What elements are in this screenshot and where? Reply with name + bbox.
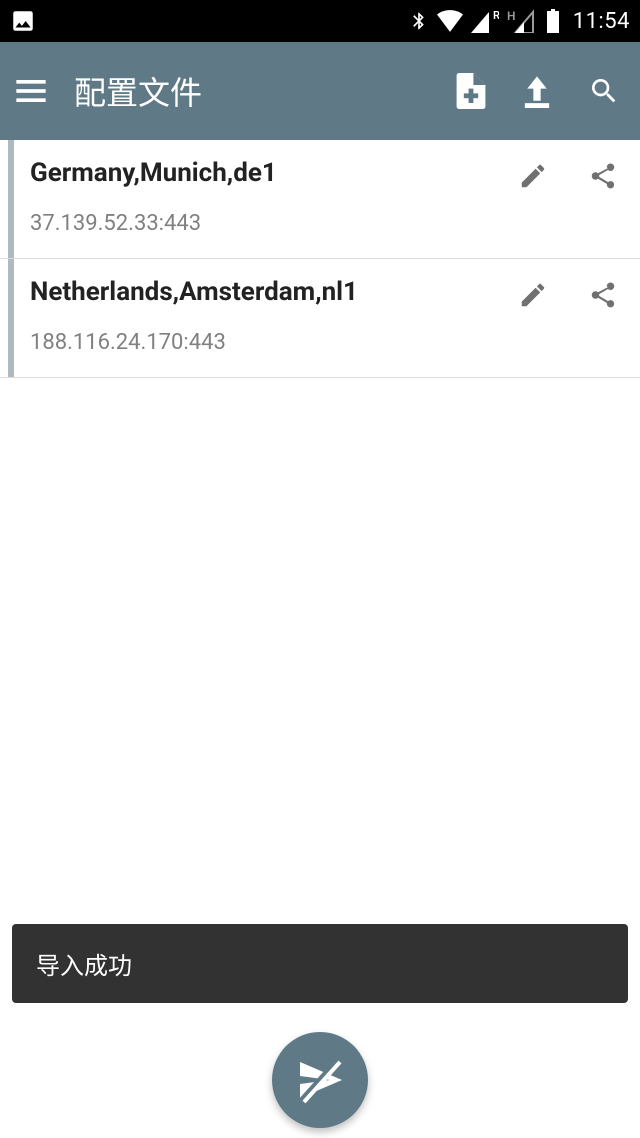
search-icon[interactable] bbox=[588, 75, 620, 107]
profile-info: Germany,Munich,de1 37.139.52.33:443 bbox=[30, 158, 510, 236]
page-title: 配置文件 bbox=[74, 68, 436, 114]
status-clock: 11:54 bbox=[573, 9, 630, 34]
edit-icon[interactable] bbox=[518, 280, 548, 314]
status-bar: R H 11:54 bbox=[0, 0, 640, 42]
profile-item[interactable]: Netherlands,Amsterdam,nl1 188.116.24.170… bbox=[0, 259, 640, 378]
battery-icon bbox=[545, 9, 561, 33]
svg-text:R: R bbox=[493, 9, 499, 22]
profile-address: 37.139.52.33:443 bbox=[30, 211, 510, 236]
profile-address: 188.116.24.170:443 bbox=[30, 330, 510, 355]
share-icon[interactable] bbox=[588, 279, 618, 315]
item-accent bbox=[8, 259, 14, 377]
snackbar-message: 导入成功 bbox=[36, 952, 132, 980]
add-file-icon[interactable] bbox=[456, 73, 486, 109]
signal-r-icon: R bbox=[471, 9, 499, 33]
profile-name: Germany,Munich,de1 bbox=[30, 158, 510, 189]
bluetooth-icon bbox=[409, 9, 429, 33]
upload-icon[interactable] bbox=[522, 74, 552, 108]
profile-item[interactable]: Germany,Munich,de1 37.139.52.33:443 bbox=[0, 140, 640, 259]
share-icon[interactable] bbox=[588, 160, 618, 196]
item-accent bbox=[8, 140, 14, 258]
status-left bbox=[10, 8, 36, 34]
snackbar: 导入成功 bbox=[12, 924, 628, 1003]
edit-icon[interactable] bbox=[518, 161, 548, 195]
menu-icon[interactable] bbox=[16, 80, 46, 102]
wifi-icon bbox=[437, 10, 463, 32]
profile-name: Netherlands,Amsterdam,nl1 bbox=[30, 277, 510, 308]
svg-text:H: H bbox=[507, 9, 516, 23]
signal-h-icon: H bbox=[507, 9, 537, 33]
app-bar-actions bbox=[456, 73, 620, 109]
profile-list: Germany,Munich,de1 37.139.52.33:443 Neth… bbox=[0, 140, 640, 378]
profile-actions bbox=[518, 158, 618, 196]
connect-fab[interactable] bbox=[272, 1032, 368, 1128]
picture-icon bbox=[10, 8, 36, 34]
status-right: R H 11:54 bbox=[409, 9, 630, 34]
profile-info: Netherlands,Amsterdam,nl1 188.116.24.170… bbox=[30, 277, 510, 355]
profile-actions bbox=[518, 277, 618, 315]
app-bar: 配置文件 bbox=[0, 42, 640, 140]
